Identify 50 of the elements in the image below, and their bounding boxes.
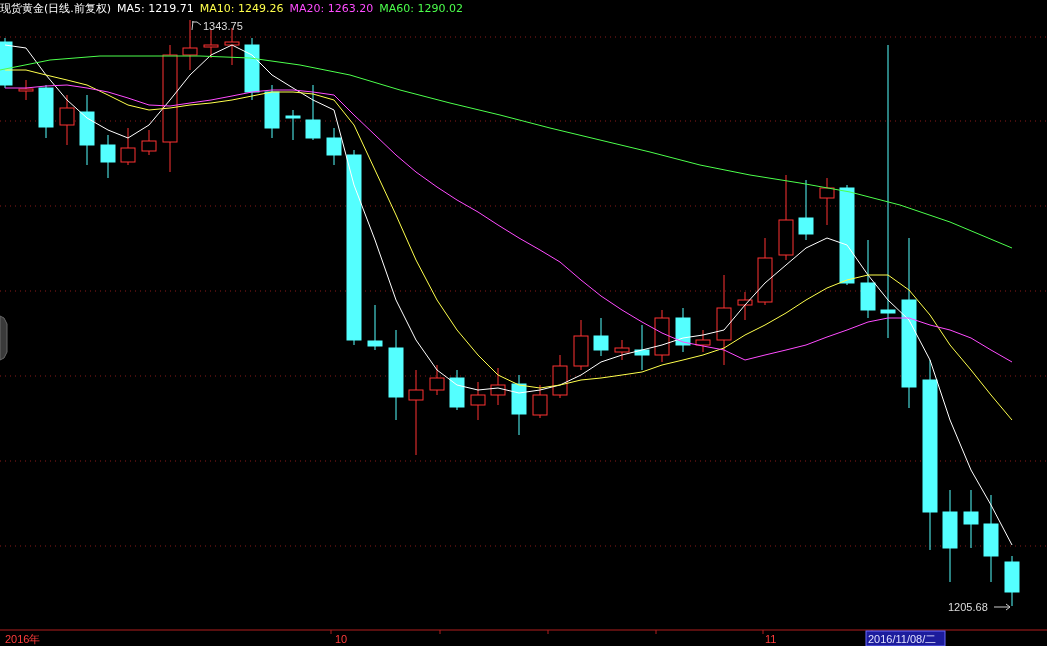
candlestick: [654, 309, 670, 363]
candlestick: [552, 354, 568, 399]
candlestick: [120, 127, 136, 166]
leader-arrow: [993, 603, 1011, 611]
candlestick: [100, 134, 116, 179]
moving-average-label: MA20: 1263.20: [289, 2, 374, 15]
high-price-label: 1343.75: [203, 20, 243, 32]
candlestick: [203, 29, 219, 59]
candlestick: [963, 489, 979, 549]
candlestick: [757, 237, 773, 306]
candlestick: [470, 381, 486, 421]
candlestick: [18, 79, 34, 101]
candlestick: [511, 374, 527, 436]
candlestick: [141, 129, 157, 156]
candlestick: [285, 109, 301, 141]
candlestick: [573, 319, 589, 371]
candlestick: [367, 304, 383, 351]
leader-line: [191, 20, 202, 31]
candlestick: [1004, 555, 1020, 607]
moving-average-label: MA5: 1219.71: [117, 2, 194, 15]
candlestick: [38, 84, 54, 139]
candlestick: [819, 177, 835, 226]
candlestick: [429, 364, 445, 396]
cursor-date-label: 2016/11/08/二: [865, 630, 946, 646]
candlestick: [0, 37, 13, 89]
candlestick: [449, 369, 465, 411]
moving-average-label: MA10: 1249.26: [199, 2, 284, 15]
low-price-label: 1205.68: [948, 601, 988, 613]
candlestick: [737, 291, 753, 321]
candlestick: [490, 367, 506, 406]
candlestick: [675, 307, 691, 353]
handle-icon[interactable]: [0, 315, 8, 361]
candlestick: [264, 84, 280, 139]
axis-label: 2016年: [5, 633, 41, 645]
candlestick: [305, 84, 321, 141]
axis-label: 11: [765, 633, 777, 645]
candlestick: [695, 329, 711, 353]
candlestick: [532, 384, 548, 419]
chart-title: 现货黄金(日线.前复权): [0, 1, 112, 16]
candlestick: [614, 339, 630, 361]
candlestick: [244, 37, 260, 101]
candlestick: [59, 94, 75, 146]
candlestick: [634, 324, 650, 371]
moving-average-label: MA60: 1290.02: [379, 2, 463, 15]
candlestick: [593, 317, 609, 357]
candlestick: [798, 179, 814, 241]
axis-label: 10: [335, 633, 348, 645]
candlestick: [182, 19, 198, 71]
candlestick: [326, 127, 342, 166]
candlestick: [79, 94, 95, 166]
